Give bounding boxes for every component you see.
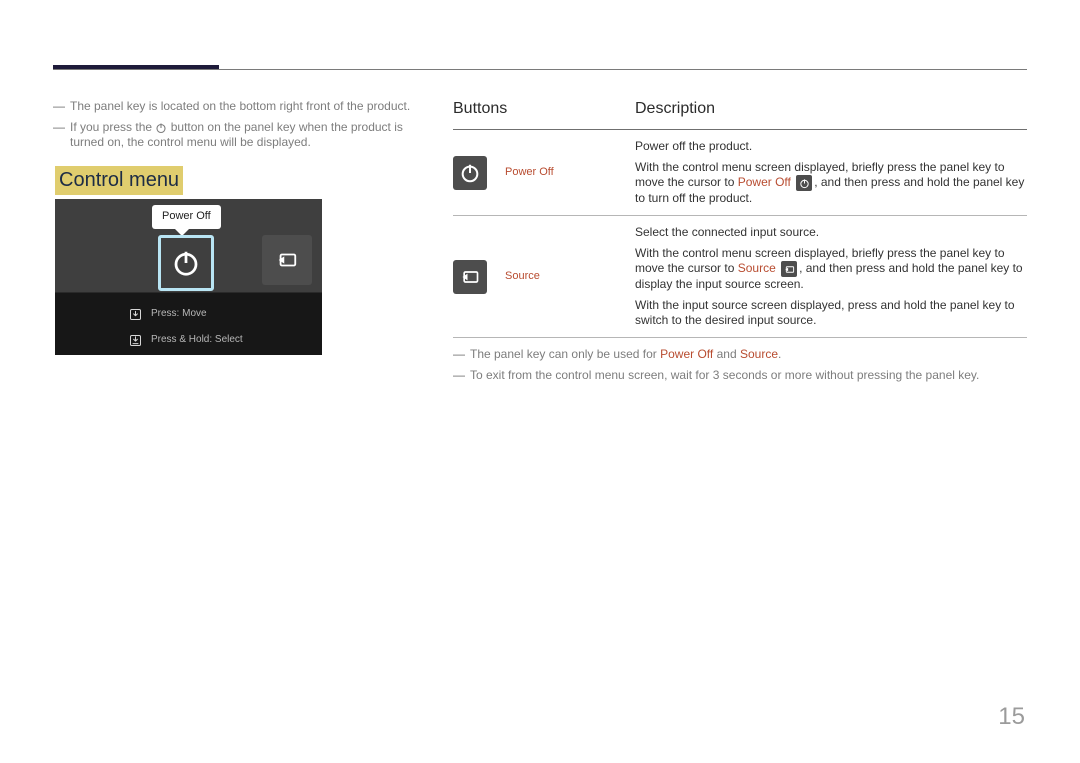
page: ― The panel key is located on the bottom… <box>0 0 1080 763</box>
note-text-a: If you press the <box>70 120 155 134</box>
page-number: 15 <box>998 702 1025 732</box>
notes-under-table: ― The panel key can only be used for Pow… <box>453 347 1027 383</box>
legend-press-hold-select: Press & Hold: Select <box>128 333 243 348</box>
dash-icon: ― <box>53 99 65 114</box>
description-cell: Power off the product. With the control … <box>635 139 1027 206</box>
power-icon <box>459 162 481 184</box>
legend-press-move: Press: Move <box>128 307 207 322</box>
highlight-source: Source <box>738 261 776 275</box>
button-cell-source: Source <box>453 225 635 328</box>
press-icon <box>128 307 143 322</box>
desc-line: With the input source screen displayed, … <box>635 298 1027 328</box>
note-text: and <box>713 347 740 361</box>
control-menu-top: Power Off <box>55 199 322 292</box>
table-row: Source Select the connected input source… <box>453 216 1027 338</box>
control-menu-illustration: Power Off Press: Move Press & Hold: Sele… <box>55 199 322 355</box>
col-head-buttons: Buttons <box>453 99 635 119</box>
source-icon <box>276 249 298 271</box>
note-panel-key-only: ― The panel key can only be used for Pow… <box>453 347 1027 362</box>
source-icon <box>781 261 797 277</box>
source-icon <box>460 267 480 287</box>
tooltip-power-off: Power Off <box>152 205 221 229</box>
table-row: Power Off Power off the product. With th… <box>453 130 1027 216</box>
power-button-icon[interactable] <box>453 156 487 190</box>
notes-left: ― The panel key is located on the bottom… <box>53 99 428 156</box>
table-header-row: Buttons Description <box>453 99 1027 130</box>
highlight-source: Source <box>740 347 778 361</box>
dash-icon: ― <box>453 368 465 383</box>
button-label: Source <box>505 270 540 284</box>
source-button-icon[interactable] <box>453 260 487 294</box>
control-menu-power-off-button[interactable] <box>158 235 214 291</box>
note-text: . <box>778 347 781 361</box>
desc-line: Select the connected input source. <box>635 225 1027 240</box>
button-label: Power Off <box>505 166 554 180</box>
desc-line: With the control menu screen displayed, … <box>635 246 1027 292</box>
note-panel-key-location: ― The panel key is located on the bottom… <box>53 99 428 114</box>
note-text: The panel key can only be used for <box>470 347 660 361</box>
power-icon <box>171 248 201 278</box>
button-cell-power-off: Power Off <box>453 139 635 206</box>
desc-line: Power off the product. <box>635 139 1027 154</box>
legend-text: Press & Hold: Select <box>151 334 243 347</box>
highlight-power-off: Power Off <box>660 347 713 361</box>
dash-icon: ― <box>453 347 465 362</box>
note-text: To exit from the control menu screen, wa… <box>470 368 979 382</box>
note-press-power: ― If you press the button on the panel k… <box>53 120 428 150</box>
top-rule <box>53 69 1027 70</box>
desc-line: With the control menu screen displayed, … <box>635 160 1027 206</box>
dash-icon: ― <box>53 120 65 135</box>
col-head-description: Description <box>635 99 1027 119</box>
legend-text: Press: Move <box>151 308 207 321</box>
buttons-description-table: Buttons Description Power Off Power off … <box>453 99 1027 389</box>
note-text: The panel key is located on the bottom r… <box>70 99 410 113</box>
section-title-control-menu: Control menu <box>55 166 183 195</box>
power-icon <box>155 122 167 134</box>
highlight-power-off: Power Off <box>738 175 791 189</box>
press-hold-icon <box>128 333 143 348</box>
control-menu-source-button[interactable] <box>262 235 312 285</box>
power-icon <box>796 175 812 191</box>
description-cell: Select the connected input source. With … <box>635 225 1027 328</box>
note-exit-menu: ― To exit from the control menu screen, … <box>453 368 1027 383</box>
control-menu-legend: Press: Move Press & Hold: Select <box>55 292 322 356</box>
